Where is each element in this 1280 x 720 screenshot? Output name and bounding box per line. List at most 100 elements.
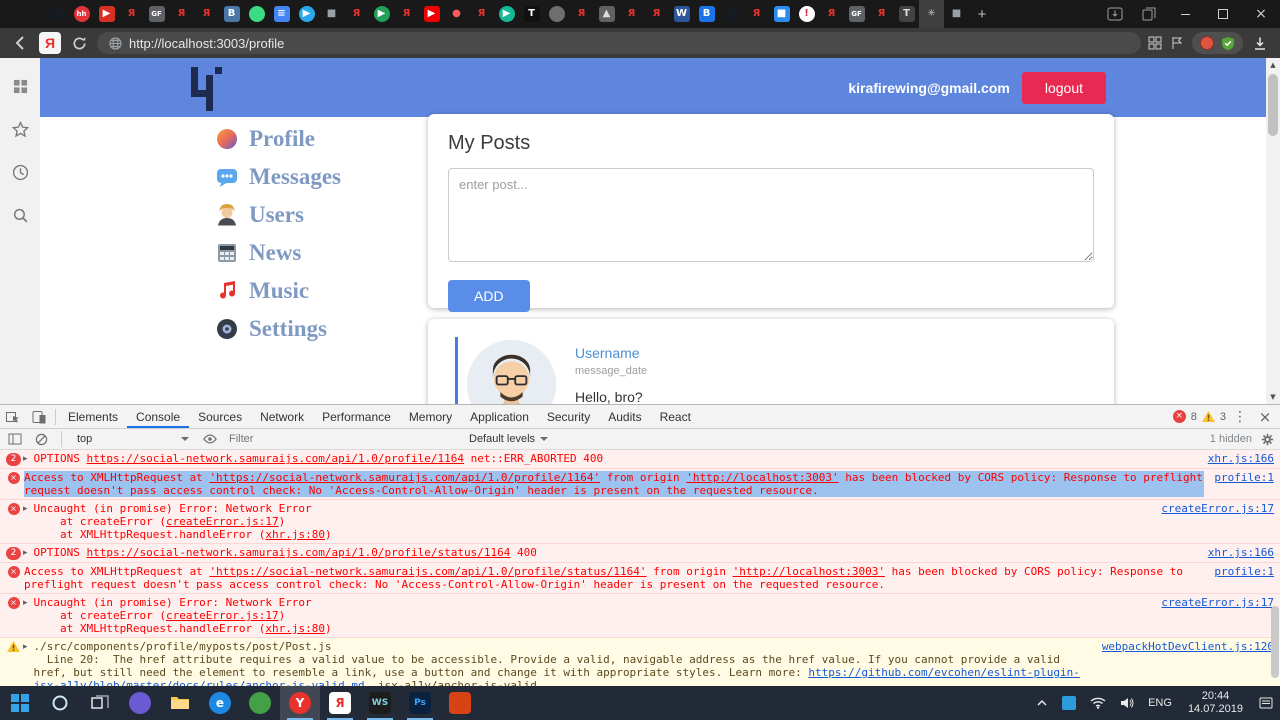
action-center-icon[interactable] <box>1252 686 1280 720</box>
tab-video-teal[interactable]: ▶ <box>494 0 519 28</box>
console-link[interactable]: xhr.js:80 <box>265 622 325 635</box>
nav-item-settings[interactable]: Settings <box>215 316 341 341</box>
console-settings-gear-icon[interactable] <box>1261 433 1274 446</box>
error-count-icon[interactable]: × <box>1172 410 1186 423</box>
tab-yandex[interactable]: Я <box>394 0 419 28</box>
tab-youtube[interactable]: ▶ <box>419 0 444 28</box>
clear-console-icon[interactable] <box>32 433 50 446</box>
tab-hh[interactable]: hh <box>69 0 94 28</box>
tab-doc[interactable]: ■ <box>944 0 969 28</box>
console-source-link[interactable]: createError.js:17 <box>1161 596 1274 609</box>
console-filter-input[interactable] <box>227 432 461 446</box>
console-source-link[interactable]: xhr.js:166 <box>1208 452 1274 465</box>
app-yandex[interactable]: Я <box>320 686 360 720</box>
app-edge[interactable]: e <box>200 686 240 720</box>
tab-panel-icon[interactable] <box>1132 0 1166 28</box>
console-source-link[interactable]: profile:1 <box>1214 471 1274 484</box>
new-tab-button[interactable]: + <box>969 0 995 28</box>
tab-yandex[interactable]: Я <box>194 0 219 28</box>
log-level-selector[interactable]: Default levels <box>469 433 549 445</box>
tab-image[interactable]: ■ <box>319 0 344 28</box>
tab-yandex[interactable]: Я <box>819 0 844 28</box>
logout-button[interactable]: logout <box>1021 71 1106 104</box>
console-source-link[interactable]: profile:1 <box>1214 565 1274 578</box>
devtools-menu-icon[interactable]: ⋮ <box>1231 409 1249 425</box>
history-clock-icon[interactable] <box>10 162 30 182</box>
bookmark-flag-icon[interactable] <box>1171 36 1183 50</box>
maximize-button[interactable] <box>1204 0 1242 28</box>
yandex-browser[interactable]: Y <box>280 686 320 720</box>
scrollbar-thumb[interactable] <box>1268 74 1278 136</box>
photoshop[interactable]: Ps <box>400 686 440 720</box>
scroll-down-arrow[interactable]: ▼ <box>1266 390 1280 404</box>
new-post-textarea[interactable] <box>448 168 1094 262</box>
search-icon[interactable] <box>10 205 30 225</box>
downloads-icon[interactable] <box>1252 36 1268 51</box>
live-expression-eye-icon[interactable] <box>201 432 219 446</box>
tab-record[interactable]: ● <box>444 0 469 28</box>
adblock-shield-icon[interactable] <box>1221 36 1235 51</box>
webstorm[interactable]: WS <box>360 686 400 720</box>
devtools-tab-console[interactable]: Console <box>127 405 190 428</box>
console-link[interactable]: 'https://social-network.samuraijs.com/ap… <box>209 471 600 484</box>
device-toolbar-icon[interactable] <box>26 405 52 428</box>
back-button[interactable] <box>10 32 32 54</box>
console-link[interactable]: 'https://social-network.samuraijs.com/ap… <box>209 565 646 578</box>
tab-list[interactable]: ≡ <box>269 0 294 28</box>
devtools-tab-react[interactable]: React <box>651 405 700 428</box>
tab-settings[interactable]: ✳ <box>919 0 944 28</box>
inspect-element-icon[interactable] <box>0 405 26 428</box>
downloads-panel-icon[interactable] <box>1098 0 1132 28</box>
scroll-up-arrow[interactable]: ▲ <box>1266 58 1280 72</box>
add-post-button[interactable]: ADD <box>448 280 530 312</box>
tab-android[interactable] <box>244 0 269 28</box>
expand-caret-icon[interactable]: ▸ <box>23 547 28 560</box>
close-button[interactable]: × <box>1242 0 1280 28</box>
search-button[interactable] <box>40 686 80 720</box>
post-username-link[interactable]: Username <box>575 345 640 361</box>
page-scrollbar[interactable]: ▲ ▼ <box>1266 58 1280 404</box>
tab-youtube[interactable]: ▶ <box>94 0 119 28</box>
tab-dot[interactable] <box>544 0 569 28</box>
wifi-icon[interactable] <box>1083 686 1113 720</box>
console-scrollbar-thumb[interactable] <box>1271 606 1279 678</box>
refresh-button[interactable] <box>68 32 90 54</box>
apps-grid-icon[interactable] <box>10 76 30 96</box>
tab-github[interactable] <box>44 0 69 28</box>
tab-yandex[interactable]: Я <box>869 0 894 28</box>
minimize-button[interactable] <box>1166 0 1204 28</box>
execution-context-selector[interactable]: top <box>73 433 193 445</box>
console-link[interactable]: https://social-network.samuraijs.com/api… <box>87 546 511 559</box>
tab-github[interactable] <box>719 0 744 28</box>
nav-item-profile[interactable]: Profile <box>215 126 341 151</box>
console-sidebar-icon[interactable] <box>6 433 24 445</box>
tab-tv[interactable]: ■ <box>769 0 794 28</box>
tab-alert[interactable]: ! <box>794 0 819 28</box>
bookmarks-star-icon[interactable] <box>10 119 30 139</box>
yandex-home-button[interactable]: Я <box>39 32 61 54</box>
tab-yandex[interactable]: Я <box>169 0 194 28</box>
tab-yandex[interactable]: Я <box>644 0 669 28</box>
tab-t2[interactable]: T <box>894 0 919 28</box>
error-count[interactable]: 8 <box>1191 411 1197 423</box>
console-link[interactable]: https://social-network.samuraijs.com/api… <box>87 452 465 465</box>
tab-t[interactable]: T <box>519 0 544 28</box>
clock[interactable]: 20:44 14.07.2019 <box>1179 686 1252 720</box>
devtools-tab-memory[interactable]: Memory <box>400 405 461 428</box>
tray-app-icon[interactable] <box>1055 686 1083 720</box>
warning-count[interactable]: 3 <box>1220 411 1226 423</box>
address-bar[interactable]: http://localhost:3003/profile <box>97 32 1141 54</box>
devtools-close-icon[interactable]: × <box>1254 408 1276 426</box>
app-purple[interactable] <box>120 686 160 720</box>
task-view-button[interactable] <box>80 686 120 720</box>
console-link[interactable]: xhr.js:80 <box>265 528 325 541</box>
tab-photos[interactable]: ▲ <box>594 0 619 28</box>
tab-word[interactable]: W <box>669 0 694 28</box>
console-link[interactable]: createError.js:17 <box>166 515 279 528</box>
nav-item-news[interactable]: News <box>215 240 341 265</box>
tab-video-green[interactable]: ▶ <box>369 0 394 28</box>
tab-yandex[interactable]: Я <box>344 0 369 28</box>
app-green[interactable] <box>240 686 280 720</box>
tab-vk[interactable]: B <box>219 0 244 28</box>
tab-yandex[interactable]: Я <box>119 0 144 28</box>
